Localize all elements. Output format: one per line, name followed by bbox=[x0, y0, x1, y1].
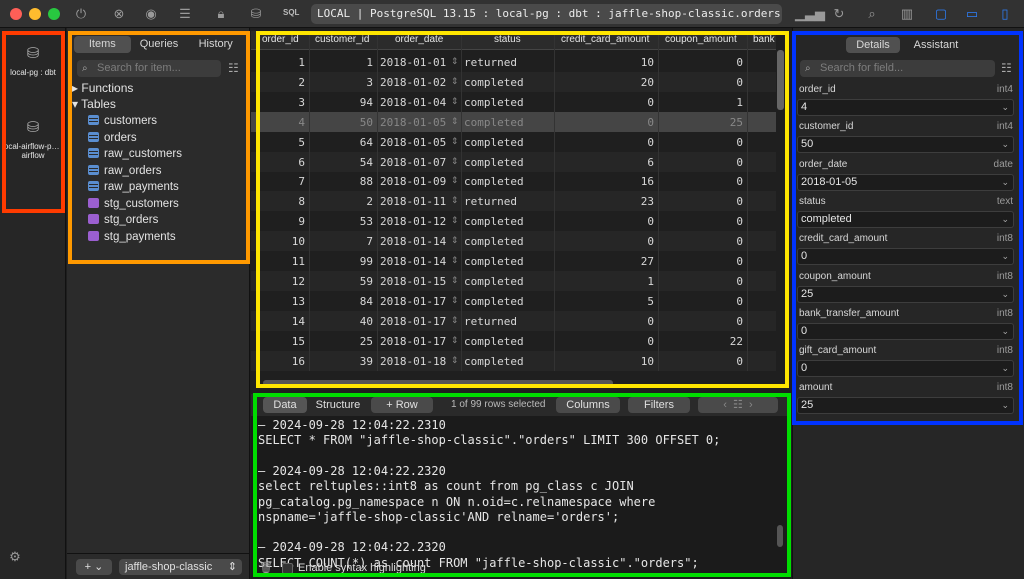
search-icon[interactable]: ⌕ bbox=[863, 5, 881, 23]
split-view-icon[interactable]: ▥ bbox=[898, 5, 916, 23]
sql-button[interactable]: SQL bbox=[283, 8, 299, 17]
minimize-window-button[interactable] bbox=[29, 8, 41, 20]
toggle-bottom-panel-icon[interactable]: ▭ bbox=[963, 5, 981, 23]
add-item-button[interactable]: + ⌄ bbox=[76, 559, 112, 575]
highlight-box-console bbox=[253, 393, 791, 577]
chart-icon[interactable]: ▁▃▅ bbox=[795, 5, 825, 23]
schema-name: jaffle-shop-classic bbox=[125, 561, 213, 573]
power-icon[interactable]: ⏻ bbox=[72, 5, 90, 23]
title-bar: ⏻ ⊗ ◉ ☰ 🔒︎ ⛁ SQL LOCAL | PostgreSQL 13.1… bbox=[0, 0, 1024, 28]
highlight-box-grid bbox=[256, 31, 789, 388]
close-window-button[interactable] bbox=[10, 8, 22, 20]
add-label: + bbox=[84, 561, 92, 573]
list-icon[interactable]: ☰ bbox=[176, 5, 194, 23]
refresh-icon[interactable]: ↻ bbox=[830, 5, 848, 23]
toggle-right-panel-icon[interactable]: ▯ bbox=[996, 5, 1014, 23]
zoom-window-button[interactable] bbox=[48, 8, 60, 20]
toggle-left-panel-icon[interactable]: ▢ bbox=[932, 5, 950, 23]
eye-icon[interactable]: ◉ bbox=[142, 5, 160, 23]
highlight-box-navigator bbox=[68, 31, 250, 264]
highlight-box-details bbox=[792, 31, 1023, 425]
lock-icon[interactable]: 🔒︎ bbox=[212, 5, 230, 23]
schema-select[interactable]: jaffle-shop-classic ⇕ bbox=[119, 559, 242, 575]
database-icon[interactable]: ⛁ bbox=[247, 5, 265, 23]
settings-icon[interactable]: ⚙ bbox=[6, 548, 24, 566]
cancel-icon[interactable]: ⊗ bbox=[110, 5, 128, 23]
chevron-updown-icon: ⇕ bbox=[227, 561, 237, 573]
connection-address: LOCAL | PostgreSQL 13.15 : local-pg : db… bbox=[311, 4, 782, 24]
highlight-box-connections bbox=[2, 31, 65, 213]
